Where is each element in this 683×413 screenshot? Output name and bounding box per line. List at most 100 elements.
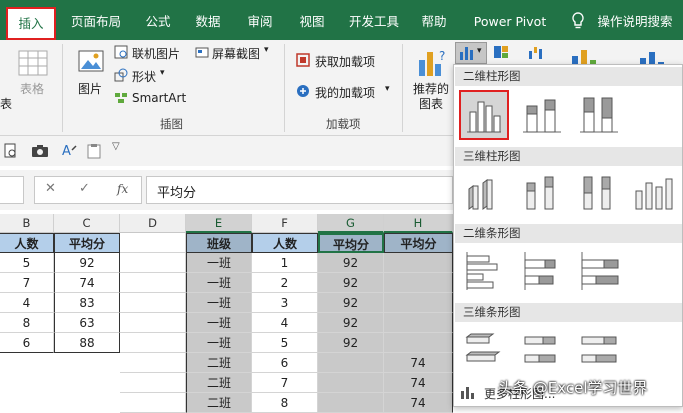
empty-cell[interactable] [120, 313, 186, 333]
table-cell[interactable]: 1 [252, 253, 318, 273]
percent-stacked-bar-option[interactable] [574, 246, 624, 296]
table-cell[interactable]: 63 [54, 313, 120, 333]
table-button-label[interactable]: 表格 [20, 80, 44, 97]
stacked-column-option[interactable] [517, 90, 567, 140]
enter-icon[interactable]: ✓ [79, 181, 90, 196]
my-addins-button[interactable]: 我的加载项 [315, 84, 375, 101]
empty-cell[interactable] [120, 333, 186, 353]
3d-clustered-column-option[interactable] [459, 169, 509, 219]
3d-percent-stacked-bar-option[interactable] [574, 325, 624, 375]
table-cell[interactable]: 6 [0, 333, 54, 353]
table-cell[interactable]: 2 [252, 273, 318, 293]
3d-stacked-column-option[interactable] [517, 169, 567, 219]
3d-stacked-bar-option[interactable] [517, 325, 567, 375]
table-cell[interactable]: 一班 [186, 313, 252, 333]
table-cell[interactable]: 二班 [186, 373, 252, 393]
insert-function-button[interactable]: fx [117, 182, 128, 196]
camera-icon[interactable] [31, 144, 49, 158]
clustered-bar-option[interactable] [459, 246, 509, 296]
empty-cell[interactable] [120, 253, 186, 273]
table-cell[interactable]: 92 [318, 293, 384, 313]
customize-qat-chevron-icon[interactable]: ▽ [112, 141, 120, 152]
table-cell[interactable]: 74 [384, 353, 453, 373]
cancel-icon[interactable]: ✕ [45, 181, 56, 196]
picture-button-label[interactable]: 图片 [78, 80, 102, 97]
clustered-column-option[interactable] [459, 90, 509, 140]
tab-developer[interactable]: 开发工具 [344, 0, 404, 42]
table-cell[interactable]: 8 [0, 313, 54, 333]
insert-column-chart-button[interactable]: ▾ [455, 42, 487, 64]
tab-page-layout[interactable]: 页面布局 [64, 0, 128, 42]
table-cell[interactable]: 74 [384, 393, 453, 413]
name-box[interactable] [0, 176, 24, 204]
table-cell[interactable] [384, 293, 453, 313]
tab-view[interactable]: 视图 [294, 0, 330, 42]
table-cell[interactable]: 7 [0, 273, 54, 293]
font-color-icon[interactable]: A [60, 142, 78, 160]
table-cell[interactable]: 4 [252, 313, 318, 333]
table-cell[interactable]: 4 [0, 293, 54, 313]
table-cell[interactable]: 二班 [186, 393, 252, 413]
column-header-g[interactable]: G [318, 214, 384, 233]
empty-cell[interactable] [120, 233, 186, 253]
table-cell[interactable]: 92 [318, 253, 384, 273]
tab-power-pivot[interactable]: Power Pivot [470, 0, 550, 42]
empty-cell[interactable] [120, 273, 186, 293]
table-cell[interactable]: 一班 [186, 293, 252, 313]
tell-me-search[interactable]: 操作说明搜索 [596, 0, 674, 42]
table-cell[interactable]: 8 [252, 393, 318, 413]
column-header-e[interactable]: E [186, 214, 252, 233]
shapes-button[interactable]: 形状 [132, 68, 156, 85]
smartart-button[interactable]: SmartArt [132, 91, 186, 105]
screenshot-button[interactable]: 屏幕截图 [212, 45, 260, 62]
table-cell[interactable] [384, 273, 453, 293]
hierarchy-chart-icon[interactable] [493, 45, 509, 59]
table-cell[interactable]: 一班 [186, 253, 252, 273]
empty-cell[interactable] [120, 373, 186, 393]
table-cell[interactable] [384, 313, 453, 333]
column-header-h[interactable]: H [384, 214, 453, 233]
table-cell[interactable]: 3 [252, 293, 318, 313]
recommended-charts-icon[interactable]: ? [417, 46, 447, 78]
tab-insert[interactable]: 插入 [6, 7, 56, 40]
table-cell[interactable] [318, 353, 384, 373]
empty-cell[interactable] [120, 393, 186, 413]
table-cell[interactable]: 92 [318, 313, 384, 333]
column-header-c[interactable]: C [54, 214, 120, 233]
stacked-bar-option[interactable] [517, 246, 567, 296]
column-header-d[interactable]: D [120, 214, 186, 233]
table-cell[interactable]: 5 [0, 253, 54, 273]
table-cell[interactable] [384, 333, 453, 353]
table-cell[interactable]: 92 [318, 333, 384, 353]
table-cell[interactable]: 83 [54, 293, 120, 313]
online-picture-button[interactable]: 联机图片 [132, 45, 180, 62]
table-cell[interactable] [384, 253, 453, 273]
get-addins-button[interactable]: 获取加载项 [315, 53, 375, 70]
column-header-b[interactable]: B [0, 214, 54, 233]
clipboard-icon[interactable] [87, 143, 103, 159]
3d-column-option[interactable] [630, 169, 680, 219]
table-cell[interactable]: 74 [54, 273, 120, 293]
table-cell[interactable] [318, 373, 384, 393]
table-cell[interactable]: 7 [252, 373, 318, 393]
picture-icon[interactable] [78, 48, 104, 74]
waterfall-chart-icon[interactable] [528, 45, 544, 59]
tab-formulas[interactable]: 公式 [140, 0, 176, 42]
right-header-average-1[interactable]: 平均分 [318, 233, 384, 253]
table-cell[interactable]: 88 [54, 333, 120, 353]
table-cell[interactable]: 一班 [186, 273, 252, 293]
table-cell[interactable] [318, 393, 384, 413]
empty-cell[interactable] [120, 293, 186, 313]
left-header-count[interactable]: 人数 [0, 233, 54, 253]
table-icon[interactable] [18, 50, 48, 76]
table-cell[interactable]: 二班 [186, 353, 252, 373]
table-cell[interactable]: 5 [252, 333, 318, 353]
table-cell[interactable]: 92 [318, 273, 384, 293]
column-header-f[interactable]: F [252, 214, 318, 233]
right-header-count[interactable]: 人数 [252, 233, 318, 253]
formula-input[interactable]: 平均分 [146, 176, 453, 204]
print-preview-icon[interactable] [4, 143, 18, 159]
left-header-average[interactable]: 平均分 [54, 233, 120, 253]
tab-data[interactable]: 数据 [190, 0, 226, 42]
3d-percent-stacked-column-option[interactable] [574, 169, 624, 219]
